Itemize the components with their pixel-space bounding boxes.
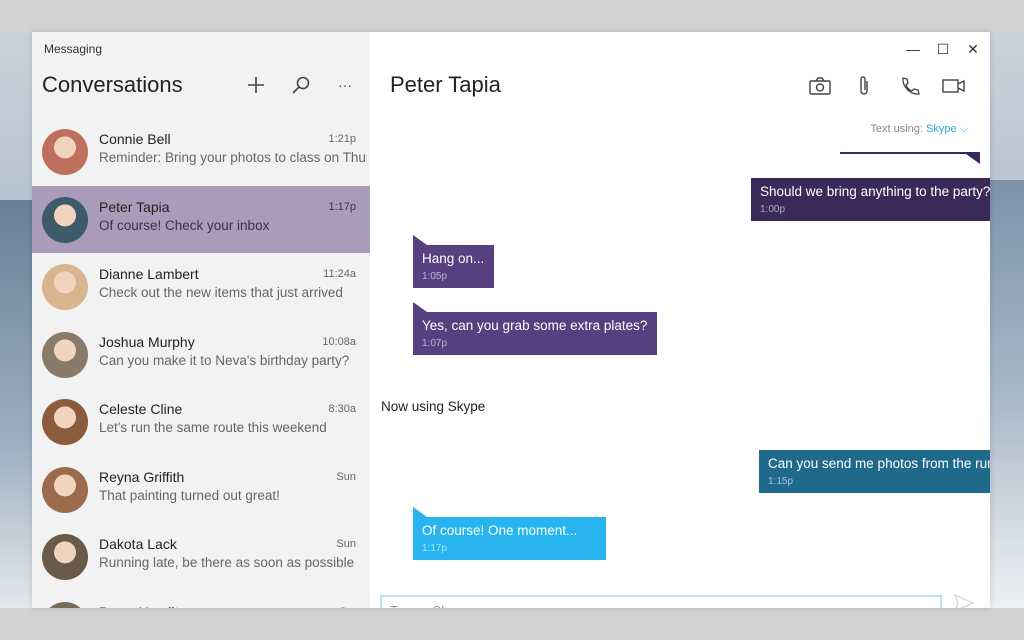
message-text: Can you send me photos from the run <box>768 456 990 471</box>
message-bubble-incoming[interactable]: Yes, can you grab some extra plates? 1:0… <box>413 302 657 355</box>
avatar <box>42 129 88 175</box>
conversation-preview: Check out the new items that just arrive… <box>99 285 343 300</box>
message-bubble-incoming[interactable]: Hang on... 1:05p <box>413 235 494 288</box>
phone-icon <box>902 77 920 95</box>
conversation-preview: Reminder: Bring your photos to class on … <box>99 150 367 165</box>
conversation-name: Celeste Cline <box>99 401 183 417</box>
conversations-pane: Messaging Conversations ··· Connie Bell 1… <box>32 32 370 608</box>
conversation-name: Dakota Lack <box>99 536 177 552</box>
conversation-preview: Running late, be there as soon as possib… <box>99 555 355 570</box>
message-text: Yes, can you grab some extra plates? <box>422 318 648 333</box>
conversation-time: Sun <box>336 538 356 550</box>
message-time: 1:00p <box>760 204 786 215</box>
minimize-button[interactable]: — <box>898 38 928 60</box>
call-button[interactable] <box>894 72 926 100</box>
avatar <box>42 331 88 378</box>
message-bubble-partial <box>840 152 980 164</box>
conversation-item[interactable]: Connie Bell 1:21p Reminder: Bring your pho… <box>32 118 370 186</box>
service-status-text: Now using Skype <box>381 399 486 414</box>
conversation-preview: That painting turned out great! <box>99 487 280 503</box>
conversation-list: Connie Bell 1:21p Reminder: Bring your pho… <box>32 118 370 608</box>
chat-more-button[interactable]: ··· <box>984 72 990 100</box>
maximize-button[interactable]: ☐ <box>928 38 958 60</box>
send-button[interactable] <box>953 593 978 608</box>
message-bubble-outgoing[interactable]: Should we bring anything to the party? 1… <box>751 178 990 221</box>
conversations-title: Conversations <box>42 72 183 97</box>
text-using-label: Text using: <box>870 123 923 135</box>
message-time: 1:07p <box>422 338 448 349</box>
search-icon <box>292 76 310 94</box>
conversation-time: 8:30a <box>328 403 356 415</box>
conversation-preview: Let's run the same route this weekend <box>99 420 327 435</box>
search-button[interactable] <box>286 70 316 100</box>
send-icon <box>953 593 975 608</box>
message-input[interactable]: Type a Skype message <box>380 595 942 608</box>
avatar-image <box>42 534 88 580</box>
attach-button[interactable] <box>848 72 880 100</box>
plus-icon <box>248 77 264 93</box>
avatar-image <box>42 601 88 608</box>
camera-button[interactable] <box>804 72 836 100</box>
avatar <box>42 196 88 243</box>
close-icon: ✕ <box>967 40 979 57</box>
conversation-name: Bryce Hamilton <box>99 604 194 609</box>
conversation-item[interactable]: Bryce Hamilton Sat <box>32 591 370 609</box>
camera-icon <box>809 77 831 95</box>
message-bubble-incoming[interactable]: Of course! One moment... 1:17p <box>413 507 606 560</box>
avatar-image <box>42 399 88 445</box>
video-icon <box>942 79 965 93</box>
messaging-window: Messaging Conversations ··· Connie Bell 1… <box>32 32 990 608</box>
more-icon: ··· <box>338 77 352 93</box>
video-call-button[interactable] <box>938 72 970 100</box>
conversation-name: Peter Tapia <box>99 198 170 215</box>
message-time: 1:17p <box>422 543 448 554</box>
avatar <box>42 399 88 445</box>
message-text: Should we bring anything to the party? <box>760 184 990 199</box>
avatar-image <box>42 466 88 513</box>
chat-contact-name: Peter Tapia <box>390 72 501 97</box>
close-button[interactable]: ✕ <box>958 38 988 60</box>
message-text: Of course! One moment... <box>422 523 578 538</box>
conversation-name: Joshua Murphy <box>99 333 195 350</box>
conversation-time: Sat <box>339 606 356 609</box>
message-time: 1:05p <box>422 271 448 282</box>
avatar <box>42 534 88 580</box>
conversation-time: 10:08a <box>322 335 356 348</box>
avatar-image <box>42 264 88 310</box>
app-title: Messaging <box>44 42 103 56</box>
avatar <box>42 264 88 310</box>
conversation-name: Connie Bell <box>99 131 171 147</box>
more-options-button[interactable]: ··· <box>330 70 360 100</box>
background-mountain-right <box>990 180 1024 608</box>
conversation-item[interactable]: Dakota Lack Sun Running late, be there as … <box>32 523 370 591</box>
avatar-image <box>42 129 88 175</box>
conversation-time: Sun <box>336 470 356 483</box>
conversation-preview: Can you make it to Neva's birthday party… <box>99 352 350 368</box>
attach-icon <box>860 76 868 95</box>
conversation-time: 11:24a <box>323 268 356 280</box>
conversation-item[interactable]: Celeste Cline 8:30a Let's run the same rou… <box>32 388 370 456</box>
message-text: Hang on... <box>422 251 485 266</box>
conversation-time: 1:17p <box>328 200 356 213</box>
message-time: 1:15p <box>768 476 794 487</box>
text-using-service-dropdown[interactable]: Skype ⌵ <box>926 123 968 135</box>
conversation-name: Dianne Lambert <box>99 266 199 282</box>
chat-pane: — ☐ ✕ Peter Tapia ··· Text using: Skype … <box>370 32 990 608</box>
minimize-icon: — <box>906 41 920 57</box>
avatar <box>42 466 88 513</box>
message-bubble-outgoing[interactable]: Can you send me photos from the run 1:15… <box>759 450 990 493</box>
new-conversation-button[interactable] <box>241 70 271 100</box>
avatar-image <box>42 196 88 243</box>
avatar-image <box>42 331 88 378</box>
conversation-preview: Of course! Check your inbox <box>99 217 270 233</box>
maximize-icon: ☐ <box>936 40 950 57</box>
conversation-name: Reyna Griffith <box>99 468 185 485</box>
conversation-time: 1:21p <box>328 133 356 145</box>
conversation-item[interactable]: Dianne Lambert 11:24a Check out the new it… <box>32 253 370 321</box>
avatar <box>42 601 88 608</box>
conversation-item[interactable]: Joshua Murphy 10:08a Can you make it to Ne… <box>32 321 370 389</box>
text-using-selector: Text using: Skype ⌵ <box>870 123 968 136</box>
conversation-item[interactable]: Peter Tapia 1:17p Of course! Check your in… <box>32 185 370 253</box>
conversation-item[interactable]: Reyna Griffith Sun That painting turned ou… <box>32 456 370 524</box>
